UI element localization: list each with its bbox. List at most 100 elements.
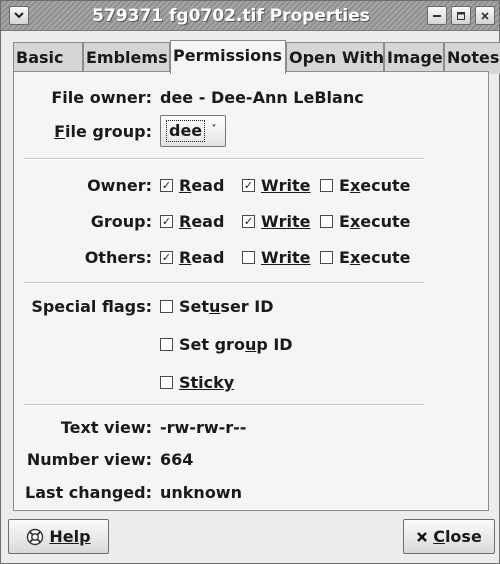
read-label: ead: [191, 176, 225, 195]
file-group-combo[interactable]: dee ˅: [160, 115, 226, 147]
tab-permissions[interactable]: Permissions: [170, 40, 286, 74]
sticky-mnemonic: S: [179, 373, 191, 392]
unchecked-box-icon: [160, 376, 173, 389]
set-group-id-mnemonic: u: [244, 335, 257, 354]
others-write-checkbox[interactable]: Write: [242, 248, 311, 267]
text-view-label: Text view:: [60, 418, 152, 437]
set-user-id-checkbox[interactable]: Set u ser ID: [160, 297, 274, 316]
group-execute-checkbox[interactable]: Ex ecute: [320, 212, 411, 231]
write-label: rite: [278, 248, 311, 267]
read-mnemonic: R: [179, 176, 192, 195]
help-label: elp: [62, 527, 91, 546]
execute-prefix: E: [339, 248, 350, 267]
file-group-label-rest: ile group:: [65, 122, 152, 141]
last-changed-label: Last changed:: [25, 483, 152, 502]
checkmark-icon: ✓: [160, 179, 173, 192]
maximize-button[interactable]: [451, 6, 471, 25]
checkmark-icon: ✓: [160, 251, 173, 264]
number-view-label: Number view:: [26, 450, 152, 469]
write-label: rite: [278, 176, 311, 195]
execute-label: ecute: [360, 248, 411, 267]
group-read-checkbox[interactable]: ✓ Read: [160, 212, 224, 231]
owner-execute-checkbox[interactable]: Ex ecute: [320, 176, 411, 195]
file-group-mnemonic: F: [54, 122, 66, 141]
last-changed-value: unknown: [160, 483, 242, 502]
x-icon: [416, 531, 428, 543]
properties-window: 579371 fg0702.tif Properties Basic Emble…: [0, 0, 500, 564]
number-view-value: 664: [160, 450, 194, 469]
owner-read-checkbox[interactable]: ✓ Read: [160, 176, 224, 195]
close-window-button[interactable]: [475, 6, 495, 25]
tab-emblems[interactable]: Emblems: [83, 42, 170, 74]
help-mnemonic: H: [49, 527, 63, 546]
checkmark-icon: ✓: [160, 215, 173, 228]
set-user-id-label: ser ID: [220, 297, 274, 316]
minimize-button[interactable]: [427, 6, 447, 25]
unchecked-box-icon: [320, 215, 333, 228]
tab-image[interactable]: Image: [384, 42, 444, 74]
write-mnemonic: W: [261, 248, 279, 267]
close-mnemonic: C: [433, 527, 445, 546]
file-group-label: File group:: [54, 122, 152, 141]
execute-prefix: E: [339, 212, 350, 231]
set-group-id-label: p ID: [256, 335, 293, 354]
close-icon: [481, 11, 489, 20]
read-label: ead: [191, 248, 225, 267]
chevron-down-icon: ˅: [211, 124, 217, 135]
read-mnemonic: R: [179, 248, 192, 267]
execute-mnemonic: x: [349, 248, 361, 267]
set-user-id-prefix: Set: [179, 297, 210, 316]
window-menu-button[interactable]: [9, 6, 29, 25]
unchecked-box-icon: [320, 251, 333, 264]
window-title: 579371 fg0702.tif Properties: [92, 6, 370, 26]
close-label: lose: [444, 527, 482, 546]
sticky-checkbox[interactable]: Sticky: [160, 373, 234, 392]
unchecked-box-icon: [160, 300, 173, 313]
execute-mnemonic: x: [349, 176, 361, 195]
close-button[interactable]: Close: [403, 519, 495, 554]
checkmark-icon: ✓: [242, 179, 255, 192]
separator: [24, 282, 424, 284]
maximize-icon: [457, 11, 465, 20]
execute-prefix: E: [339, 176, 350, 195]
write-mnemonic: W: [261, 176, 279, 195]
help-button[interactable]: Help: [8, 519, 109, 554]
execute-label: ecute: [360, 176, 411, 195]
unchecked-box-icon: [160, 338, 173, 351]
sticky-label: ticky: [190, 373, 235, 392]
group-write-checkbox[interactable]: ✓ Write: [242, 212, 311, 231]
owner-perm-label: Owner:: [87, 176, 152, 195]
file-owner-label: File owner:: [51, 88, 152, 107]
set-user-id-mnemonic: u: [209, 297, 221, 316]
execute-label: ecute: [360, 212, 411, 231]
tab-notes[interactable]: Notes: [444, 42, 500, 74]
read-label: ead: [191, 212, 225, 231]
special-flags-label: Special flags:: [31, 297, 152, 316]
file-owner-value: dee - Dee-Ann LeBlanc: [160, 88, 364, 107]
help-icon: [26, 528, 44, 546]
separator: [24, 158, 424, 160]
tab-open-with[interactable]: Open With: [286, 42, 384, 74]
minimize-icon: [433, 14, 441, 17]
others-read-checkbox[interactable]: ✓ Read: [160, 248, 224, 267]
read-mnemonic: R: [179, 212, 192, 231]
tab-basic[interactable]: Basic: [13, 42, 83, 74]
others-perm-label: Others:: [84, 248, 152, 267]
tab-bar: Basic Emblems Permissions Open With Imag…: [13, 40, 500, 74]
permissions-panel: File owner: dee - Dee-Ann LeBlanc File g…: [13, 71, 489, 511]
title-bar[interactable]: 579371 fg0702.tif Properties: [1, 1, 499, 31]
set-group-id-checkbox[interactable]: Set gro u p ID: [160, 335, 293, 354]
text-view-value: -rw-rw-r--: [160, 418, 247, 437]
set-group-id-prefix: Set gro: [179, 335, 245, 354]
write-label: rite: [278, 212, 311, 231]
unchecked-box-icon: [320, 179, 333, 192]
owner-write-checkbox[interactable]: ✓ Write: [242, 176, 311, 195]
group-perm-label: Group:: [90, 212, 152, 231]
file-group-value: dee: [165, 120, 206, 142]
separator: [24, 404, 424, 406]
checkmark-icon: ✓: [242, 215, 255, 228]
unchecked-box-icon: [242, 251, 255, 264]
write-mnemonic: W: [261, 212, 279, 231]
execute-mnemonic: x: [349, 212, 361, 231]
others-execute-checkbox[interactable]: Ex ecute: [320, 248, 411, 267]
